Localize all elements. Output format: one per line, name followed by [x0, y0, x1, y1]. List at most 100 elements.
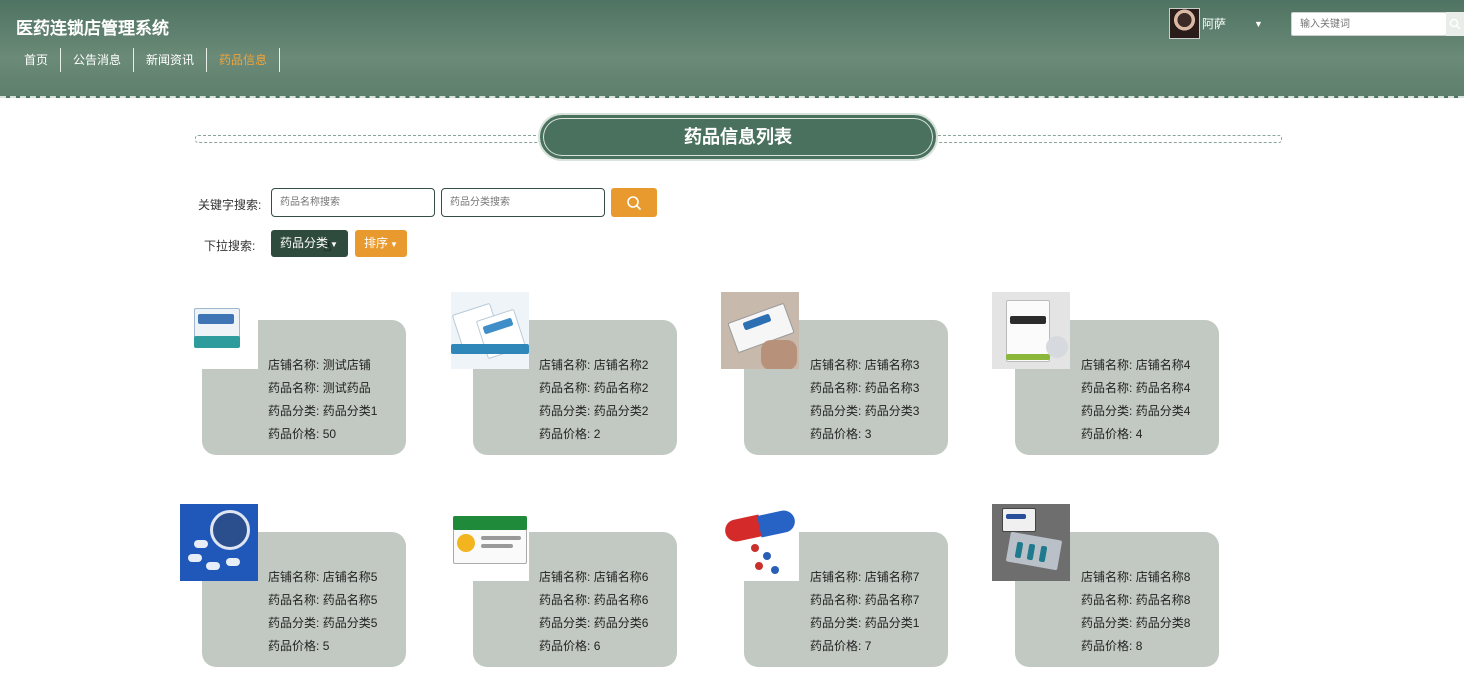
product-image[interactable]: [992, 504, 1070, 581]
shop-label: 店铺名称:: [810, 358, 862, 372]
shop-value: 店铺名称2: [593, 358, 649, 372]
section-title-banner: 药品信息列表: [538, 113, 938, 161]
user-name: 阿萨: [1202, 17, 1227, 31]
price-label: 药品价格:: [268, 639, 320, 653]
sort-dropdown-label: 排序: [364, 236, 389, 250]
search-icon: [1449, 18, 1461, 30]
name-value: 药品名称4: [1135, 381, 1191, 395]
product-info: 店铺名称: 店铺名称3 药品名称: 药品名称3 药品分类: 药品分类3 药品价格…: [810, 354, 919, 446]
shop-label: 店铺名称:: [268, 570, 320, 584]
price-label: 药品价格:: [539, 639, 591, 653]
search-button[interactable]: [611, 188, 657, 217]
category-value: 药品分类4: [1135, 404, 1191, 418]
price-value: 6: [593, 639, 601, 653]
category-label: 药品分类:: [810, 616, 862, 630]
dropdown-search-label: 下拉搜索:: [204, 239, 256, 253]
user-menu[interactable]: 阿萨 ▼: [1169, 8, 1263, 39]
price-label: 药品价格:: [810, 427, 862, 441]
drug-name-search-input[interactable]: [271, 188, 435, 217]
category-label: 药品分类:: [1081, 404, 1133, 418]
avatar: [1169, 8, 1200, 39]
shop-label: 店铺名称:: [1081, 358, 1133, 372]
price-value: 4: [1135, 427, 1143, 441]
price-value: 5: [322, 639, 330, 653]
price-value: 3: [864, 427, 872, 441]
product-info: 店铺名称: 店铺名称8 药品名称: 药品名称8 药品分类: 药品分类8 药品价格…: [1081, 566, 1190, 658]
category-label: 药品分类:: [268, 404, 320, 418]
category-value: 药品分类2: [593, 404, 649, 418]
name-label: 药品名称:: [268, 381, 320, 395]
keyword-search-label: 关键字搜索:: [198, 198, 262, 212]
category-value: 药品分类5: [322, 616, 378, 630]
shop-value: 店铺名称7: [864, 570, 920, 584]
name-label: 药品名称:: [810, 381, 862, 395]
title-divider-left: [195, 135, 545, 143]
shop-label: 店铺名称:: [539, 358, 591, 372]
caret-down-icon: ▼: [390, 240, 398, 249]
name-label: 药品名称:: [539, 381, 591, 395]
name-label: 药品名称:: [539, 593, 591, 607]
category-label: 药品分类:: [268, 616, 320, 630]
shop-label: 店铺名称:: [810, 570, 862, 584]
sort-dropdown-button[interactable]: 排序 ▼: [355, 230, 407, 257]
name-value: 药品名称8: [1135, 593, 1191, 607]
product-image[interactable]: [180, 292, 258, 369]
search-icon: [627, 195, 642, 210]
shop-value: 店铺名称5: [322, 570, 378, 584]
nav-item-drugs[interactable]: 药品信息: [207, 48, 281, 72]
chevron-down-icon: ▼: [1254, 18, 1263, 29]
shop-label: 店铺名称:: [268, 358, 320, 372]
product-image[interactable]: [721, 292, 799, 369]
name-value: 药品名称3: [864, 381, 920, 395]
product-image[interactable]: [992, 292, 1070, 369]
category-value: 药品分类1: [864, 616, 920, 630]
shop-value: 店铺名称8: [1135, 570, 1191, 584]
product-info: 店铺名称: 店铺名称7 药品名称: 药品名称7 药品分类: 药品分类1 药品价格…: [810, 566, 919, 658]
price-label: 药品价格:: [268, 427, 320, 441]
category-value: 药品分类3: [864, 404, 920, 418]
price-value: 2: [593, 427, 601, 441]
header-search-button[interactable]: [1446, 12, 1464, 36]
name-label: 药品名称:: [1081, 593, 1133, 607]
product-info: 店铺名称: 店铺名称5 药品名称: 药品名称5 药品分类: 药品分类5 药品价格…: [268, 566, 377, 658]
name-value: 药品名称6: [593, 593, 649, 607]
product-image[interactable]: [180, 504, 258, 581]
category-label: 药品分类:: [539, 404, 591, 418]
name-label: 药品名称:: [810, 593, 862, 607]
section-title: 药品信息列表: [684, 127, 792, 147]
name-value: 药品名称5: [322, 593, 378, 607]
shop-label: 店铺名称:: [1081, 570, 1133, 584]
shop-value: 测试店铺: [322, 358, 371, 372]
top-header: 医药连锁店管理系统 首页 公告消息 新闻资讯 药品信息 阿萨 ▼: [0, 0, 1464, 98]
product-info: 店铺名称: 店铺名称4 药品名称: 药品名称4 药品分类: 药品分类4 药品价格…: [1081, 354, 1190, 446]
nav-item-home[interactable]: 首页: [12, 48, 62, 72]
shop-value: 店铺名称4: [1135, 358, 1191, 372]
drug-category-search-input[interactable]: [441, 188, 605, 217]
category-dropdown-button[interactable]: 药品分类 ▼: [271, 230, 348, 257]
category-label: 药品分类:: [1081, 616, 1133, 630]
name-value: 药品名称7: [864, 593, 920, 607]
category-dropdown-label: 药品分类: [280, 236, 329, 250]
product-image[interactable]: [451, 292, 529, 369]
name-value: 药品名称2: [593, 381, 649, 395]
product-image[interactable]: [451, 504, 529, 581]
price-value: 8: [1135, 639, 1143, 653]
shop-label: 店铺名称:: [539, 570, 591, 584]
product-image[interactable]: [721, 504, 799, 581]
product-info: 店铺名称: 店铺名称2 药品名称: 药品名称2 药品分类: 药品分类2 药品价格…: [539, 354, 648, 446]
nav-item-news[interactable]: 新闻资讯: [134, 48, 208, 72]
product-info: 店铺名称: 测试店铺 药品名称: 测试药品 药品分类: 药品分类1 药品价格: …: [268, 354, 377, 446]
price-label: 药品价格:: [1081, 427, 1133, 441]
category-label: 药品分类:: [810, 404, 862, 418]
product-info: 店铺名称: 店铺名称6 药品名称: 药品名称6 药品分类: 药品分类6 药品价格…: [539, 566, 648, 658]
header-search-input[interactable]: [1291, 12, 1447, 36]
price-value: 7: [864, 639, 872, 653]
nav-item-notices[interactable]: 公告消息: [61, 48, 135, 72]
name-label: 药品名称:: [268, 593, 320, 607]
category-value: 药品分类1: [322, 404, 378, 418]
app-title: 医药连锁店管理系统: [16, 19, 169, 38]
price-label: 药品价格:: [810, 639, 862, 653]
price-label: 药品价格:: [1081, 639, 1133, 653]
price-value: 50: [322, 427, 337, 441]
name-value: 测试药品: [322, 381, 371, 395]
